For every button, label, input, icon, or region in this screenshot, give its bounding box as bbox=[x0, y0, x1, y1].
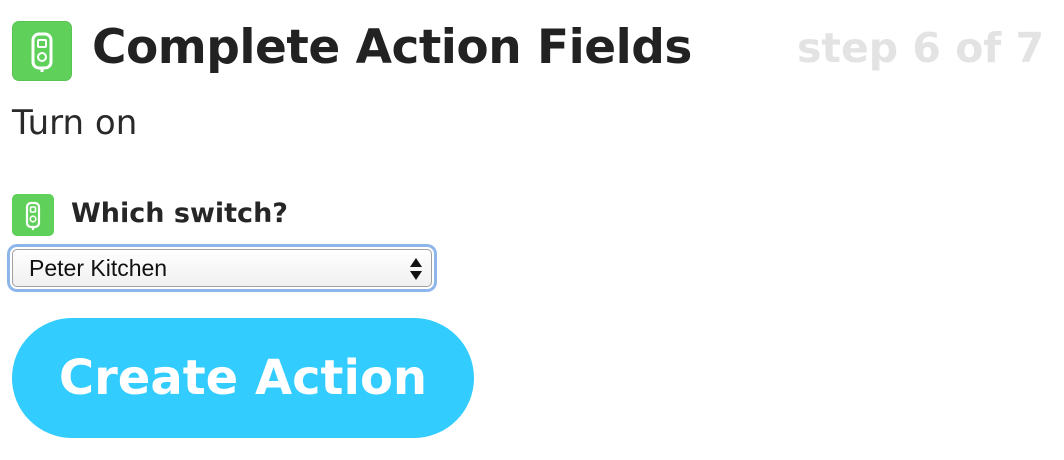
page-title: Complete Action Fields bbox=[92, 20, 692, 75]
field-label: Which switch? bbox=[71, 198, 288, 229]
action-fields-page: Complete Action Fields step 6 of 7 Turn … bbox=[0, 0, 1064, 460]
switch-select[interactable]: Peter Kitchen bbox=[10, 247, 434, 289]
select-arrows-icon bbox=[410, 258, 422, 280]
header: Complete Action Fields step 6 of 7 bbox=[12, 18, 1052, 82]
create-action-label: Create Action bbox=[58, 350, 428, 406]
smart-plug-icon bbox=[12, 194, 54, 236]
smart-plug-icon bbox=[12, 21, 72, 81]
switch-select-box[interactable]: Peter Kitchen bbox=[12, 249, 432, 287]
step-indicator: step 6 of 7 bbox=[796, 24, 1044, 72]
create-action-button[interactable]: Create Action bbox=[12, 318, 474, 438]
action-name: Turn on bbox=[12, 103, 138, 143]
switch-select-value: Peter Kitchen bbox=[29, 255, 168, 281]
